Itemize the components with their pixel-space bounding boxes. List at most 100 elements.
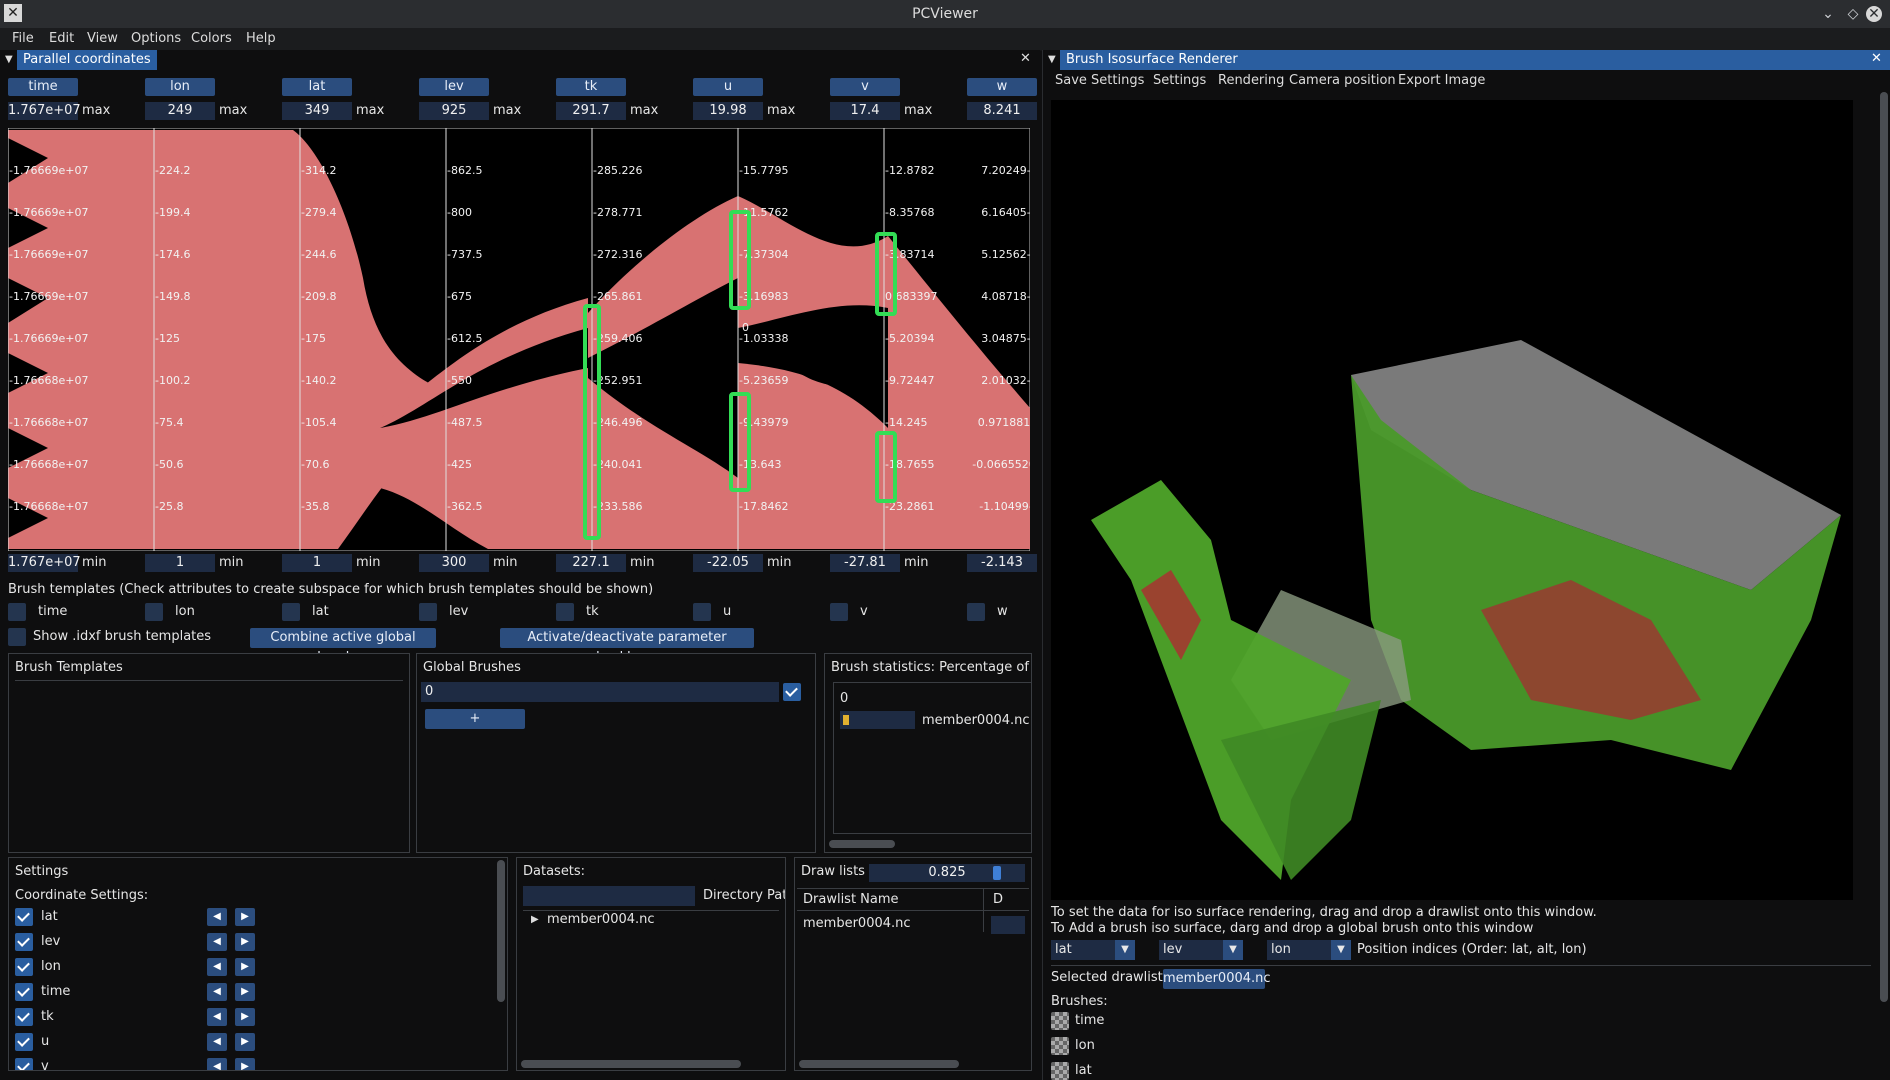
max-field-tk[interactable]: 291.7 [556, 102, 626, 120]
iso-render-viewport[interactable] [1051, 100, 1853, 900]
position-dropdown-lat[interactable]: lat ▼ [1051, 940, 1135, 960]
template-checkbox-lev[interactable] [419, 603, 437, 621]
template-checkbox-time[interactable] [8, 603, 26, 621]
move-left-button-lon[interactable]: ◀ [207, 958, 227, 976]
max-field-time[interactable]: 1.767e+07 [8, 102, 81, 120]
min-field-lat[interactable]: 1 [282, 554, 352, 572]
directory-path-input[interactable] [523, 886, 695, 906]
min-field-w[interactable]: -2.143 [967, 554, 1037, 572]
brush-color-swatch-lat[interactable] [1051, 1062, 1069, 1080]
minimize-icon[interactable]: ⌄ [1820, 6, 1836, 22]
menu-file[interactable]: File [12, 31, 34, 46]
brush-color-swatch-lon[interactable] [1051, 1037, 1069, 1055]
coord-checkbox-lev[interactable] [15, 933, 33, 951]
global-brush-item[interactable]: 0 [421, 682, 779, 702]
template-checkbox-tk[interactable] [556, 603, 574, 621]
drawlist-row-controls[interactable] [991, 916, 1025, 934]
drawlists-slider-handle[interactable] [993, 866, 1001, 880]
show-idxf-checkbox[interactable] [8, 628, 26, 646]
combine-brushes-button[interactable]: Combine active global brushes [250, 628, 436, 665]
move-left-button-v[interactable]: ◀ [207, 1058, 227, 1070]
move-left-button-tk[interactable]: ◀ [207, 1008, 227, 1026]
position-dropdown-lev[interactable]: lev ▼ [1159, 940, 1243, 960]
template-checkbox-u[interactable] [693, 603, 711, 621]
menu-options[interactable]: Options [131, 31, 181, 46]
settings-scrollbar[interactable] [497, 860, 505, 1002]
add-brush-button[interactable]: + [425, 709, 525, 729]
max-field-u[interactable]: 19.98 [693, 102, 763, 120]
coord-checkbox-v[interactable] [15, 1058, 33, 1070]
menu-view[interactable]: View [87, 31, 118, 46]
iso-close-icon[interactable]: ✕ [1871, 51, 1882, 66]
attribute-button-tk[interactable]: tk [556, 78, 626, 96]
coord-checkbox-u[interactable] [15, 1033, 33, 1051]
coord-checkbox-time[interactable] [15, 983, 33, 1001]
move-left-button-u[interactable]: ◀ [207, 1033, 227, 1051]
attribute-button-lon[interactable]: lon [145, 78, 215, 96]
iso-collapse-icon[interactable]: ▼ [1048, 54, 1056, 65]
attribute-button-w[interactable]: w [967, 78, 1037, 96]
dataset-expand-icon[interactable]: ▶ [531, 914, 539, 925]
move-left-button-lat[interactable]: ◀ [207, 908, 227, 926]
attribute-button-v[interactable]: v [830, 78, 900, 96]
coord-checkbox-lat[interactable] [15, 908, 33, 926]
attribute-button-time[interactable]: time [8, 78, 78, 96]
parallel-coordinates-plot[interactable]: -1.76669e+07 -1.76669e+07 -1.76669e+07 -1.7… [8, 128, 1030, 551]
brush-stats-scrollbar[interactable] [829, 840, 895, 848]
template-checkbox-v[interactable] [830, 603, 848, 621]
min-field-lev[interactable]: 300 [419, 554, 489, 572]
iso-window-title[interactable]: Brush Isosurface Renderer [1060, 50, 1248, 70]
datasets-scrollbar[interactable] [521, 1060, 741, 1068]
max-field-lat[interactable]: 349 [282, 102, 352, 120]
template-checkbox-lat[interactable] [282, 603, 300, 621]
activate-parameter-button[interactable]: Activate/deactivate parameter checkboxes [500, 628, 754, 665]
attribute-button-lat[interactable]: lat [282, 78, 352, 96]
drawlist-row-name[interactable]: member0004.nc [803, 916, 911, 931]
move-left-button-time[interactable]: ◀ [207, 983, 227, 1001]
move-right-button-time[interactable]: ▶ [235, 983, 255, 1001]
coord-checkbox-lon[interactable] [15, 958, 33, 976]
move-right-button-u[interactable]: ▶ [235, 1033, 255, 1051]
move-right-button-lat[interactable]: ▶ [235, 908, 255, 926]
min-field-v[interactable]: -27.81 [830, 554, 900, 572]
pc-window-title[interactable]: Parallel coordinates [17, 50, 157, 70]
min-field-tk[interactable]: 227.1 [556, 554, 626, 572]
menu-colors[interactable]: Colors [191, 31, 232, 46]
iso-menu-rendering[interactable]: Rendering [1218, 73, 1284, 88]
iso-menu-settings[interactable]: Settings [1153, 73, 1206, 88]
max-field-lev[interactable]: 925 [419, 102, 489, 120]
dataset-item[interactable]: member0004.nc [547, 912, 655, 927]
close-icon[interactable]: ✕ [1866, 6, 1882, 22]
iso-scrollbar[interactable] [1880, 92, 1888, 1002]
coord-checkbox-tk[interactable] [15, 1008, 33, 1026]
drawlists-scrollbar[interactable] [799, 1060, 959, 1068]
maximize-icon[interactable]: ◇ [1845, 6, 1861, 22]
position-dropdown-lon[interactable]: lon ▼ [1267, 940, 1351, 960]
iso-menu-camera-position[interactable]: Camera position [1289, 73, 1396, 88]
menu-help[interactable]: Help [246, 31, 276, 46]
global-brush-active-checkbox[interactable] [783, 683, 801, 701]
attribute-button-lev[interactable]: lev [419, 78, 489, 96]
attribute-button-u[interactable]: u [693, 78, 763, 96]
move-right-button-tk[interactable]: ▶ [235, 1008, 255, 1026]
iso-menu-export-image[interactable]: Export Image [1398, 73, 1485, 88]
max-field-lon[interactable]: 249 [145, 102, 215, 120]
min-field-lon[interactable]: 1 [145, 554, 215, 572]
min-field-time[interactable]: 1.767e+07 [8, 554, 81, 572]
iso-menu-save-settings[interactable]: Save Settings [1055, 73, 1144, 88]
template-checkbox-w[interactable] [967, 603, 985, 621]
move-right-button-lon[interactable]: ▶ [235, 958, 255, 976]
pc-close-icon[interactable]: ✕ [1020, 51, 1031, 66]
collapse-icon[interactable]: ▼ [5, 54, 13, 65]
move-left-button-lev[interactable]: ◀ [207, 933, 227, 951]
drawlists-slider[interactable]: 0.825 [869, 864, 1025, 882]
brush-color-swatch-time[interactable] [1051, 1012, 1069, 1030]
move-right-button-v[interactable]: ▶ [235, 1058, 255, 1070]
selected-drawlist-value[interactable]: member0004.nc [1163, 969, 1271, 989]
menu-edit[interactable]: Edit [49, 31, 74, 46]
move-right-button-lev[interactable]: ▶ [235, 933, 255, 951]
template-checkbox-lon[interactable] [145, 603, 163, 621]
max-field-w[interactable]: 8.241 [967, 102, 1037, 120]
max-field-v[interactable]: 17.4 [830, 102, 900, 120]
min-field-u[interactable]: -22.05 [693, 554, 763, 572]
